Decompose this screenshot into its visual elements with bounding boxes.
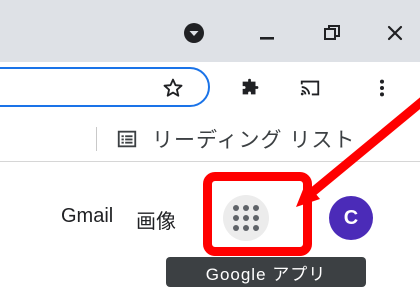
bookmarks-separator — [96, 127, 97, 151]
reading-list-icon — [117, 130, 137, 148]
bookmark-star-button[interactable] — [161, 76, 185, 100]
restore-button[interactable] — [320, 21, 344, 45]
gmail-link[interactable]: Gmail — [61, 205, 113, 228]
highlight-box — [203, 172, 312, 256]
kebab-menu-icon — [379, 79, 385, 97]
close-window-button[interactable] — [383, 21, 407, 45]
cast-icon — [300, 80, 320, 96]
reading-list-button[interactable]: リーディング リスト — [116, 124, 355, 154]
close-icon — [387, 25, 403, 41]
images-link[interactable]: 画像 — [136, 205, 176, 234]
restore-icon — [324, 25, 340, 40]
cast-button[interactable] — [298, 76, 322, 100]
star-icon — [163, 78, 183, 97]
title-bar — [0, 0, 420, 62]
profile-dropdown-icon — [184, 23, 204, 43]
chrome-menu-button[interactable] — [370, 76, 394, 100]
reading-list-label: リーディング リスト — [152, 129, 356, 152]
profile-dropdown-button[interactable] — [182, 21, 206, 45]
minimize-button[interactable] — [255, 21, 279, 45]
account-avatar[interactable]: C — [329, 196, 373, 240]
apps-tooltip: Google アプリ — [166, 257, 366, 287]
minimize-icon — [260, 37, 274, 40]
extensions-button[interactable] — [238, 76, 262, 100]
puzzle-icon — [242, 78, 259, 95]
